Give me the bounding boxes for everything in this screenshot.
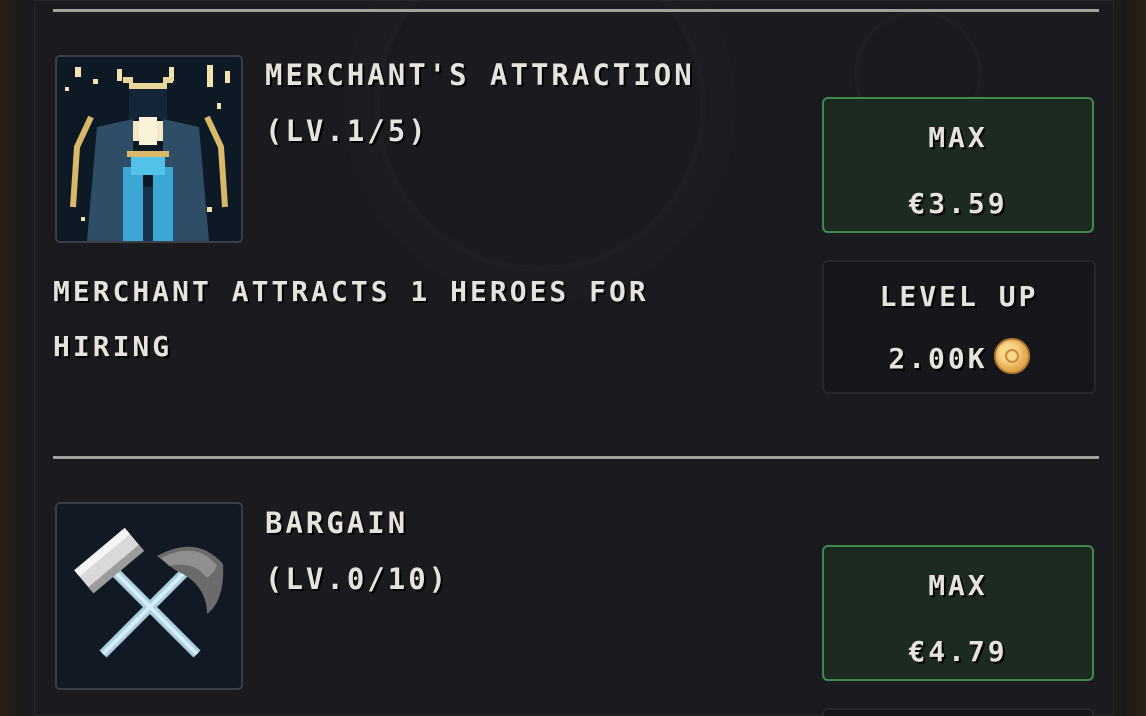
- upgrade-title: BARGAIN: [265, 506, 409, 540]
- crossed-hammer-pickaxe-icon: [55, 502, 243, 690]
- upgrade-level: (LV.1/5): [265, 114, 429, 148]
- max-price: €4.79: [908, 635, 1008, 668]
- level-up-label: LEVEL UP: [879, 280, 1039, 313]
- merchant-silhouette-icon: [55, 55, 243, 243]
- max-purchase-button[interactable]: MAX €3.59: [822, 97, 1094, 233]
- gold-coin-icon: [993, 338, 1030, 374]
- divider-middle: [53, 456, 1099, 459]
- max-label: MAX: [928, 121, 988, 154]
- upgrade-title: MERCHANT'S ATTRACTION: [265, 58, 695, 92]
- game-frame: MERCHANT'S ATTRACTION (LV.1/5) MAX €3.59…: [0, 0, 1146, 716]
- level-up-cost-row: 2.00K: [824, 338, 1094, 375]
- max-label: MAX: [928, 569, 988, 602]
- upgrade-level: (LV.0/10): [265, 562, 450, 596]
- next-button-edge[interactable]: [822, 708, 1094, 716]
- level-up-cost: 2.00K: [888, 342, 988, 375]
- max-price: €3.59: [908, 187, 1008, 220]
- divider-top: [53, 9, 1099, 12]
- upgrade-description: MERCHANT ATTRACTS 1 HEROES FOR HIRING: [53, 275, 649, 363]
- level-up-button[interactable]: LEVEL UP 2.00K: [822, 260, 1096, 394]
- max-purchase-button[interactable]: MAX €4.79: [822, 545, 1094, 681]
